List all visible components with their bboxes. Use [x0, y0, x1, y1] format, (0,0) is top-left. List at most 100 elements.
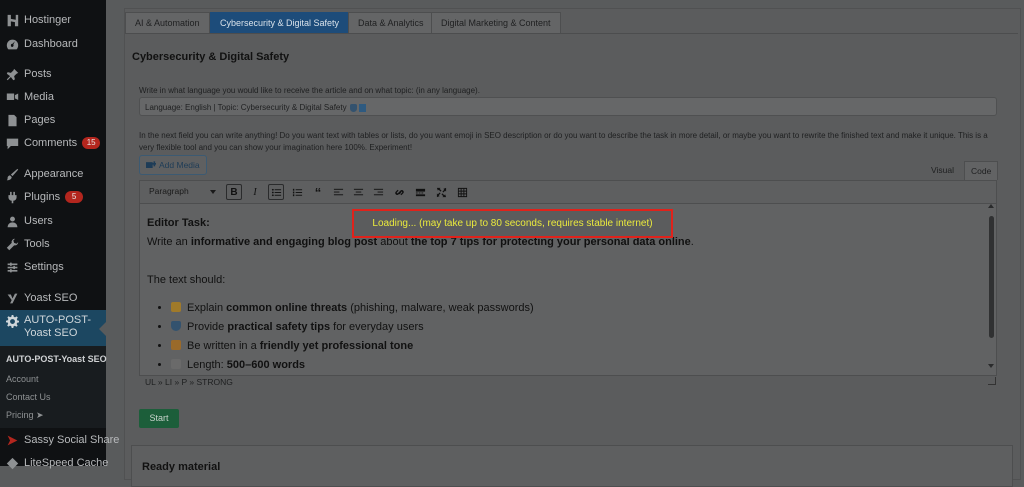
bold-button[interactable]: B: [226, 184, 242, 200]
hostinger-icon: [5, 13, 19, 27]
yoast-icon: [5, 291, 19, 305]
tab-digital-marketing-content[interactable]: Digital Marketing & Content: [431, 12, 561, 34]
read-more-button[interactable]: [412, 184, 428, 200]
wrench-icon: [5, 237, 19, 251]
sidebar-item-yoast-seo[interactable]: Yoast SEO: [0, 287, 106, 309]
lock-icon: [171, 302, 181, 312]
editor-heading: Editor Task:: [147, 217, 210, 229]
sidebar-item-label: Appearance: [24, 168, 84, 180]
numbered-list-button[interactable]: [289, 184, 305, 200]
tab-visual[interactable]: Visual: [925, 161, 960, 179]
sidebar-item-label: Posts: [24, 68, 52, 80]
add-media-label: Add Media: [159, 160, 200, 170]
sidebar-item-users[interactable]: Users: [0, 210, 106, 232]
editor-scrollbar[interactable]: [989, 216, 994, 338]
sidebar-item-media[interactable]: Media: [0, 86, 106, 108]
sidebar-item-label: Comments: [24, 137, 78, 149]
bold-text: 500–600 words: [226, 359, 306, 371]
scroll-up-arrow[interactable]: [988, 204, 994, 208]
fullscreen-icon[interactable]: [433, 184, 449, 200]
element-path: UL » LI » P » STRONG: [145, 377, 233, 387]
submenu-item-account[interactable]: Account: [6, 374, 39, 384]
sidebar-item-label: Sassy Social Share: [24, 434, 120, 446]
sidebar-item-settings[interactable]: Settings: [0, 256, 106, 278]
sidebar-item-tools[interactable]: Tools: [0, 233, 106, 255]
text: Write an: [147, 236, 191, 248]
sidebar-item-label: Yoast SEO: [24, 292, 78, 304]
comments-count-badge: 15: [82, 137, 101, 149]
blockquote-button[interactable]: “: [310, 184, 326, 200]
submenu-item-contact-us[interactable]: Contact Us: [6, 392, 51, 402]
format-select[interactable]: Paragraph: [149, 186, 189, 196]
bold-text: friendly yet professional tone: [259, 340, 414, 352]
add-media-button[interactable]: Add Media: [139, 155, 207, 175]
sidebar-submenu: AUTO-POST-Yoast SEO Account Contact Us P…: [0, 346, 107, 428]
sidebar-item-dashboard[interactable]: Dashboard: [0, 33, 106, 55]
bullet-list-button[interactable]: [268, 184, 284, 200]
text: Provide: [187, 321, 228, 333]
submenu-title[interactable]: AUTO-POST-Yoast SEO: [6, 354, 107, 364]
sidebar-item-appearance[interactable]: Appearance: [0, 163, 106, 185]
text: (phishing, malware, weak passwords): [347, 302, 534, 314]
writing-hand-icon: [171, 340, 181, 350]
ready-material-title: Ready material: [142, 461, 221, 473]
submenu-item-pricing[interactable]: Pricing ➤: [6, 410, 44, 421]
editor-text-should: The text should:: [147, 274, 226, 286]
link-icon[interactable]: [391, 184, 407, 200]
tab-ai-automation[interactable]: AI & Automation: [125, 12, 210, 34]
scroll-down-arrow[interactable]: [988, 364, 994, 368]
tab-cybersecurity-digital-safety[interactable]: Cybersecurity & Digital Safety: [210, 12, 350, 34]
media-icon: [5, 90, 19, 104]
text: Explain: [187, 302, 227, 314]
sidebar-item-label: Dashboard: [24, 38, 78, 50]
text: Be written in a: [187, 340, 260, 352]
plug-icon: [5, 190, 19, 204]
align-center-button[interactable]: [350, 184, 366, 200]
sidebar-item-label: Media: [24, 91, 54, 103]
sidebar-item-label: Hostinger: [24, 14, 72, 26]
align-right-button[interactable]: [370, 184, 386, 200]
list-item: Be written in a friendly yet professiona…: [171, 337, 987, 356]
sidebar-item-pages[interactable]: Pages: [0, 109, 106, 131]
sidebar-item-auto-post-yoast-seo[interactable]: AUTO-POST-Yoast SEO: [0, 310, 106, 350]
sidebar-item-sassy-social-share[interactable]: Sassy Social Share: [0, 429, 119, 451]
sidebar-item-label: Pages: [24, 114, 56, 126]
comment-icon: [5, 136, 19, 150]
sidebar-item-label: AUTO-POST-Yoast SEO: [24, 314, 92, 339]
current-menu-arrow: [99, 322, 106, 336]
plugins-count-badge: 5: [65, 191, 84, 203]
text: .: [690, 236, 694, 248]
start-button[interactable]: Start: [139, 409, 179, 428]
text: for everyday users: [330, 321, 424, 333]
sidebar-item-label: Users: [24, 215, 53, 227]
language-topic-input[interactable]: Language: English | Topic: Cybersecurity…: [139, 97, 997, 116]
italic-button[interactable]: I: [247, 184, 263, 200]
list-item: Provide practical safety tips for everyd…: [171, 318, 987, 337]
sidebar-item-posts[interactable]: Posts: [0, 63, 106, 85]
pin-icon: [5, 67, 19, 81]
tabs-divider: [125, 33, 1018, 34]
language-prompt: Write in what language you would like to…: [139, 86, 480, 95]
sidebar-item-label: Settings: [24, 261, 64, 273]
chevron-down-icon[interactable]: [210, 190, 216, 194]
share-icon: [5, 433, 19, 447]
sidebar-item-label: Plugins: [24, 191, 61, 203]
list-item: Length: 500–600 words: [171, 356, 987, 375]
pencil-icon: [171, 359, 181, 369]
sidebar-item-plugins[interactable]: Plugins 5: [0, 186, 106, 208]
toolbar-toggle-icon[interactable]: [454, 184, 470, 200]
align-left-button[interactable]: [330, 184, 346, 200]
tab-code[interactable]: Code: [964, 161, 999, 180]
resize-handle[interactable]: [988, 377, 996, 385]
add-media-icon: [146, 160, 156, 168]
sidebar-item-hostinger[interactable]: Hostinger: [0, 9, 106, 31]
section-title: Cybersecurity & Digital Safety: [132, 51, 290, 63]
tab-data-analytics[interactable]: Data & Analytics: [348, 12, 434, 34]
bold-text: practical safety tips: [227, 321, 331, 333]
dashboard-icon: [5, 37, 19, 51]
sidebar-item-comments[interactable]: Comments 15: [0, 132, 106, 154]
text: Length:: [187, 359, 227, 371]
user-icon: [5, 214, 19, 228]
sidebar-item-litespeed-cache[interactable]: LiteSpeed Cache: [0, 452, 109, 474]
sidebar-item-label: LiteSpeed Cache: [24, 457, 109, 469]
